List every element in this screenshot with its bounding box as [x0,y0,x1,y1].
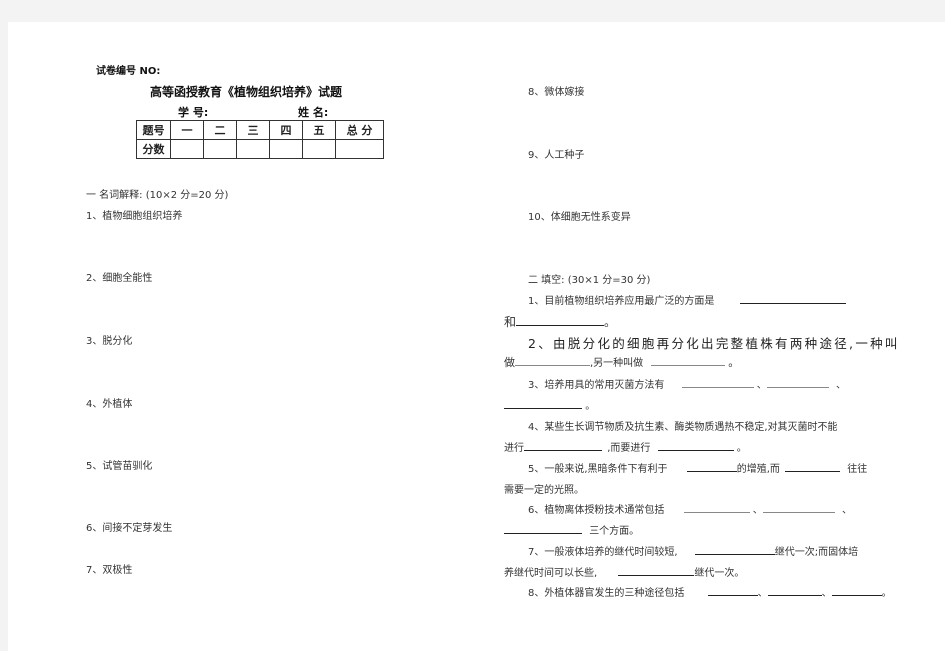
question-text: 。 [604,315,617,329]
term-item: 2、细胞全能性 [86,273,153,284]
question-text: 的增殖,而 [736,464,780,475]
separator: 、 [821,588,832,599]
separator: 、 [841,505,852,516]
answer-blank[interactable] [681,377,754,388]
question-text: 2、由脱分化的细胞再分化出完整植株有两种途径,一种叫 [528,336,900,351]
question-text: 养继代时间可以长些, [504,568,598,579]
question-text: 7、一般液体培养的继代时间较短, [528,547,678,558]
term-item: 7、双极性 [86,565,133,576]
score-table-header-row: 题号 一 二 三 四 五 总 分 [136,120,384,140]
fill-question-5-cont: 需要一定的光照。 [504,481,584,496]
term-item: 10、体细胞无性系变异 [528,212,631,223]
fill-question-6-cont: 三个方面。 [504,522,639,537]
score-header-cell: 三 [236,120,270,140]
fill-question-1-cont: 和。 [504,313,616,330]
answer-blank[interactable] [762,502,835,513]
question-text: 1、目前植物组织培养应用最广泛的方面是 [528,296,715,307]
section2-title: 二 填空: (30×1 分=30 分) [528,275,651,286]
score-cell[interactable] [203,139,237,159]
separator: 、 [757,588,768,599]
answer-blank[interactable] [504,398,582,409]
score-header-cell: 五 [302,120,336,140]
term-item: 8、微体嫁接 [528,87,585,98]
question-text: ,而要进行 [607,443,651,454]
fill-question-4-cont: 进行 ,而要进行 。 [504,439,747,454]
question-text: 往往 [847,464,868,475]
score-header-cell: 总 分 [335,120,384,140]
answer-blank[interactable] [516,315,605,326]
fill-question-1: 1、目前植物组织培养应用最广泛的方面是 [528,292,846,307]
answer-blank[interactable] [767,585,822,596]
name-label: 姓 名: [298,106,329,119]
question-text: 做 [504,356,515,369]
score-header-cell: 二 [203,120,237,140]
answer-blank[interactable] [524,440,602,451]
answer-blank[interactable] [686,461,737,472]
section1-title: 一 名词解释: (10×2 分=20 分) [86,190,229,201]
question-text: 6、植物离体授粉技术通常包括 [528,505,665,516]
answer-blank[interactable] [707,585,758,596]
question-text: 8、外植体器官发生的三种途径包括 [528,588,685,599]
term-item: 3、脱分化 [86,336,133,347]
question-text: 继代一次。 [694,568,745,579]
answer-blank[interactable] [618,565,695,576]
score-cell[interactable] [302,139,336,159]
question-text: 。 [736,443,747,454]
fill-question-3-cont: 。 [504,397,595,412]
separator: 、 [756,380,767,391]
fill-question-7-cont: 养继代时间可以长些, 继代一次。 [504,564,744,579]
term-item: 9、人工种子 [528,150,585,161]
score-cell[interactable] [269,139,303,159]
term-item: 4、外植体 [86,399,133,410]
term-item: 5、试管苗驯化 [86,461,153,472]
answer-blank[interactable] [694,544,775,555]
answer-blank[interactable] [766,377,829,388]
question-text: 继代一次;而固体培 [774,547,859,558]
fill-question-4: 4、某些生长调节物质及抗生素、酶类物质遇热不稳定,对其灭菌时不能 [528,418,838,433]
separator: 、 [835,380,846,391]
fill-question-8: 8、外植体器官发生的三种途径包括 、 、 。 [528,584,892,599]
answer-blank[interactable] [683,502,750,513]
paper-number-label: 试卷编号 NO: [96,66,161,77]
score-cell[interactable] [335,139,384,159]
fill-question-5: 5、一般来说,黑暗条件下有利于 的增殖,而 往往 [528,460,867,475]
question-text: 。 [728,356,740,369]
question-text: 5、一般来说,黑暗条件下有利于 [528,464,668,475]
score-cell[interactable] [170,139,204,159]
fill-question-2: 2、由脱分化的细胞再分化出完整植株有两种途径,一种叫 [528,333,900,352]
answer-blank[interactable] [739,293,846,304]
question-text: 需要一定的光照。 [504,485,584,496]
score-row-label: 分数 [136,139,171,159]
question-text: 3、培养用具的常用灭菌方法有 [528,380,665,391]
answer-blank[interactable] [657,440,734,451]
score-table: 题号 一 二 三 四 五 总 分 分数 [136,120,384,159]
exam-page: 试卷编号 NO: 高等函授教育《植物组织培养》试题 学 号: 姓 名: 题号 一… [8,22,945,651]
fill-question-2-cont: 做 ,另一种叫做 。 [504,354,739,370]
question-text: ,另一种叫做 [590,358,644,369]
question-text: 三个方面。 [589,526,640,537]
score-header-cell: 题号 [136,120,171,140]
answer-blank[interactable] [504,523,582,534]
question-text: 和 [504,315,517,329]
answer-blank[interactable] [831,585,882,596]
question-text: 4、某些生长调节物质及抗生素、酶类物质遇热不稳定,对其灭菌时不能 [528,422,838,433]
term-item: 6、间接不定芽发生 [86,523,173,534]
score-header-cell: 四 [269,120,303,140]
exam-title: 高等函授教育《植物组织培养》试题 [150,85,343,99]
score-table-score-row: 分数 [136,139,384,159]
score-cell[interactable] [236,139,270,159]
separator: 、 [752,505,763,516]
answer-blank[interactable] [785,461,841,472]
answer-blank[interactable] [515,355,590,366]
fill-question-6: 6、植物离体授粉技术通常包括 、 、 [528,501,852,516]
fill-question-7: 7、一般液体培养的继代时间较短, 继代一次;而固体培 [528,543,858,558]
term-item: 1、植物细胞组织培养 [86,211,183,222]
student-id-label: 学 号: [178,106,209,119]
question-text: 。 [881,588,892,599]
question-text: 进行 [504,443,524,454]
score-header-cell: 一 [170,120,204,140]
fill-question-3: 3、培养用具的常用灭菌方法有 、 、 [528,376,846,391]
question-text: 。 [585,401,596,412]
answer-blank[interactable] [650,355,725,366]
